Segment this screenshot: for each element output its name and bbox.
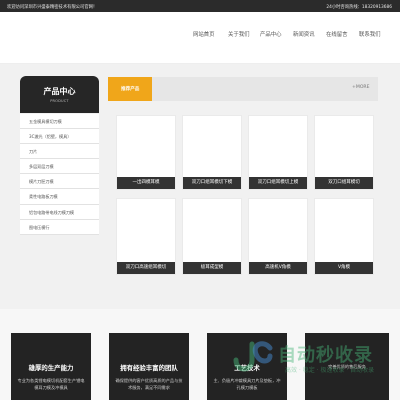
hotline-text: 24小时咨询热线：18320913686 <box>326 5 392 10</box>
nav-about[interactable]: 关于我们 <box>228 30 250 38</box>
more-link[interactable]: +MORE <box>352 85 370 90</box>
sidebar-item[interactable]: 多层双层刀模 <box>20 159 99 175</box>
panel-tab[interactable]: 推荐产品 <box>108 77 152 101</box>
product-label: 双刀口组耳模切 <box>315 177 373 189</box>
sidebar-item[interactable]: 铝包电路带电线刀模刀模 <box>20 205 99 220</box>
feature-desc: 确保提供的客户优质高质的产品与技术服务，满足不同需求 <box>115 378 183 390</box>
product-label: 一出四模耳模 <box>117 177 175 189</box>
product-label: 极耳成型模 <box>183 262 241 274</box>
feature-title: 雄厚的生产能力 <box>28 364 74 372</box>
sidebar-item[interactable]: 图电压模行 <box>20 220 99 235</box>
watermark-text: 自动秒收录 <box>278 345 373 366</box>
product-card[interactable]: 高速机V角模 <box>248 198 308 275</box>
site-header: 网站首页 关于我们 产品中心 新闻资讯 在线留言 联系我们 <box>0 12 400 64</box>
nav-contact[interactable]: 联系我们 <box>359 30 381 38</box>
top-bar: 欢迎访问深圳市兴盛泰精密技术有限公司官网！ 24小时咨询热线：183209136… <box>0 0 400 12</box>
sidebar-item[interactable]: 柔性电路板刀模 <box>20 189 99 205</box>
watermark: 自动秒收录 高效 · 稳定 · 极速收录 · 自动收录 <box>230 338 390 378</box>
sidebar-item[interactable]: 刀片 <box>20 144 99 160</box>
product-label: V角模 <box>315 262 373 274</box>
feature-tile: 拥有经验丰富的团队 确保提供的客户优质高质的产品与技术服务，满足不同需求 <box>109 333 189 400</box>
nav-news[interactable]: 新闻资讯 <box>293 30 315 38</box>
watermark-logo-icon <box>233 341 273 372</box>
feature-desc: 专业为各类锂电模切机配套生产锂电模耳刀模及冲模具 <box>17 378 85 390</box>
product-card[interactable]: 双刀口组耳模切 <box>314 115 374 190</box>
welcome-text: 欢迎访问深圳市兴盛泰精密技术有限公司官网！ <box>7 5 98 10</box>
sidebar-subtitle: PRODUCT <box>50 99 69 103</box>
feature-tile: 雄厚的生产能力 专业为各类锂电模切机配套生产锂电模耳刀模及冲模具 <box>11 333 91 400</box>
sidebar-item[interactable]: 五金模具模切刀模 <box>20 114 99 130</box>
product-card[interactable]: 双刀口高速组耳模切 <box>116 198 176 275</box>
product-label: 双刀口组耳模切下模 <box>183 177 241 189</box>
product-label: 双刀口高速组耳模切 <box>117 262 175 274</box>
sidebar-header: 产品中心 PRODUCT <box>20 76 99 113</box>
nav-products[interactable]: 产品中心 <box>260 30 282 38</box>
watermark-subtext: 高效 · 稳定 · 极速收录 · 自动收录 <box>285 367 375 374</box>
product-card[interactable]: 一出四模耳模 <box>116 115 176 190</box>
feature-title: 拥有经验丰富的团队 <box>120 364 178 372</box>
sidebar-item[interactable]: 3C激光（铝壁，模具） <box>20 129 99 145</box>
nav-message[interactable]: 在线留言 <box>326 30 348 38</box>
feature-desc: 主、负极片冲裁模具刀片及垫板，冲孔模刀模板 <box>213 378 281 390</box>
product-label: 高速机V角模 <box>249 262 307 274</box>
sidebar-item[interactable]: 模片刀胚刀模 <box>20 174 99 190</box>
sidebar-list: 五金模具模切刀模 3C激光（铝壁，模具） 刀片 多层双层刀模 模片刀胚刀模 柔性… <box>20 114 99 235</box>
product-label: 双刀口组耳模切上模 <box>249 177 307 189</box>
product-card[interactable]: 极耳成型模 <box>182 198 242 275</box>
product-card[interactable]: 双刀口组耳模切下模 <box>182 115 242 190</box>
product-card[interactable]: V角模 <box>314 198 374 275</box>
sidebar-title: 产品中心 <box>43 87 76 96</box>
product-card[interactable]: 双刀口组耳模切上模 <box>248 115 308 190</box>
nav-home[interactable]: 网站首页 <box>193 30 215 38</box>
